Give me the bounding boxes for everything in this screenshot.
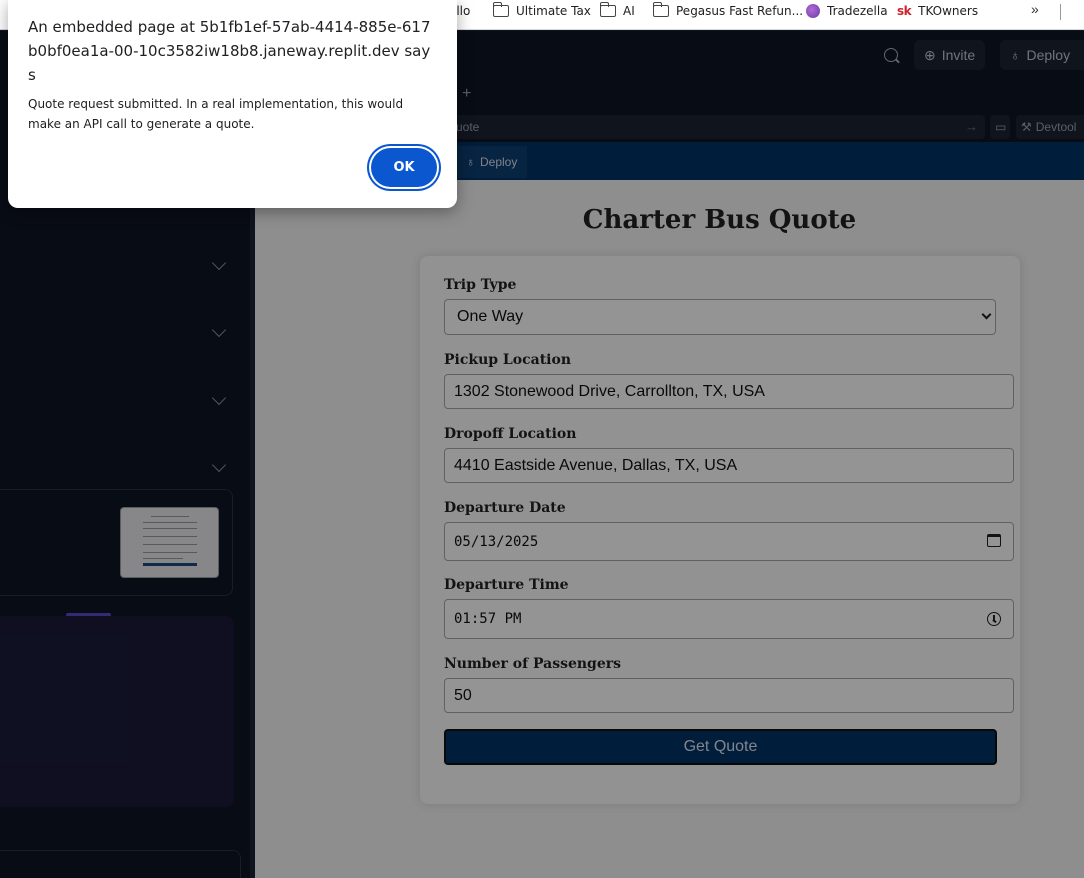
bookmark-ultimate-tax[interactable]: Ultimate Tax (492, 0, 591, 22)
folder-icon (599, 2, 616, 17)
dialog-message: Quote request submitted. In a real imple… (28, 97, 404, 131)
bookmark-label: Tradezella (827, 4, 888, 18)
bookmarks-separator (1060, 4, 1061, 20)
alert-dialog: An embedded page at 5b1fb1ef-57ab-4414-8… (8, 0, 457, 208)
dialog-title: An embedded page at 5b1fb1ef-57ab-4414-8… (28, 18, 431, 84)
bookmark-label: AI (623, 4, 635, 18)
bookmark-tkowners[interactable]: sk TKOwners (897, 0, 978, 22)
folder-icon (492, 2, 509, 17)
sk-icon: sk (897, 4, 912, 18)
bookmark-label: Pegasus Fast Refun... (676, 4, 804, 18)
ok-button[interactable]: OK (371, 148, 437, 187)
bookmark-pegasus[interactable]: Pegasus Fast Refun... (652, 0, 804, 22)
bookmark-label: Ultimate Tax (516, 4, 591, 18)
more-bookmarks-icon[interactable]: » (1031, 1, 1039, 17)
bookmark-label: TKOwners (918, 4, 979, 18)
bookmark-tradezella[interactable]: Tradezella (806, 0, 888, 22)
folder-icon (652, 2, 669, 17)
tradezella-icon (806, 4, 820, 18)
bookmark-ai[interactable]: AI (599, 0, 635, 22)
